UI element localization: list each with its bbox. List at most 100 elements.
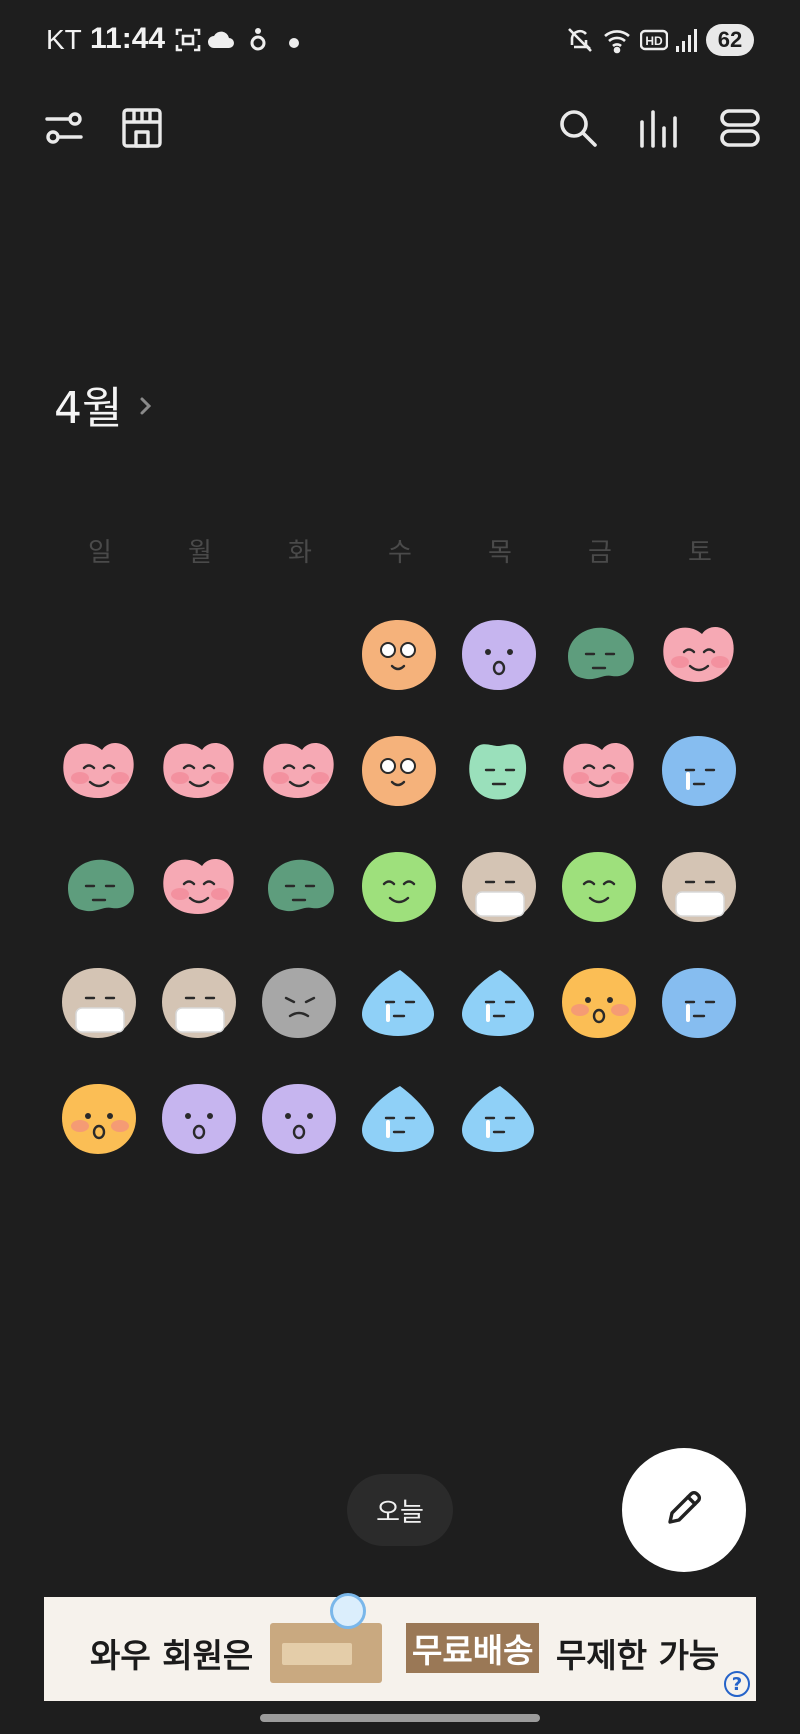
calendar-day-cell[interactable] <box>550 716 650 832</box>
calendar-day-cell[interactable] <box>150 948 250 1064</box>
blue-sad-icon <box>658 732 742 816</box>
calendar-day-cell[interactable] <box>650 600 750 716</box>
calendar-day-cell[interactable] <box>250 832 350 948</box>
ad-help-icon[interactable]: ? <box>724 1671 750 1697</box>
green-annoyed-icon <box>558 616 642 700</box>
green-annoyed-icon <box>258 848 342 932</box>
calendar-day-cell[interactable] <box>650 832 750 948</box>
calendar-blank-cell <box>250 600 350 716</box>
calendar-day-cell[interactable] <box>550 948 650 1064</box>
search-button[interactable] <box>552 104 604 156</box>
calendar-day-cell[interactable] <box>550 600 650 716</box>
gesture-nav-bar[interactable] <box>260 1714 540 1722</box>
calendar-day-cell[interactable] <box>550 832 650 948</box>
gray-upset-icon <box>258 964 342 1048</box>
blue-crying-icon <box>358 1080 442 1164</box>
calendar-day-cell[interactable] <box>350 716 450 832</box>
purple-shocked-icon <box>258 1080 342 1164</box>
app-notification-icon <box>248 26 268 58</box>
yellow-surprised-icon <box>558 964 642 1048</box>
pink-happy-icon <box>558 732 642 816</box>
calendar-day-cell[interactable] <box>350 1064 450 1180</box>
month-title: 4월 <box>54 383 123 434</box>
calendar-day-cell[interactable] <box>650 948 750 1064</box>
calendar-day-cell[interactable] <box>50 716 150 832</box>
sliders-icon <box>43 110 85 150</box>
beige-mask-icon <box>658 848 742 932</box>
weekday-label: 수 <box>388 538 412 568</box>
blue-crying-icon <box>358 964 442 1048</box>
blue-crying-icon <box>458 1080 542 1164</box>
today-button[interactable]: 오늘 <box>347 1474 453 1546</box>
filter-settings-button[interactable] <box>38 104 90 156</box>
pink-happy-icon <box>158 732 242 816</box>
weekday-label: 토 <box>688 538 712 568</box>
lime-content-icon <box>358 848 442 932</box>
pink-happy-icon <box>58 732 142 816</box>
weekday-label: 일 <box>88 538 112 568</box>
calendar-day-cell[interactable] <box>350 948 450 1064</box>
calendar-day-cell[interactable] <box>450 716 550 832</box>
notification-dot-icon <box>288 34 300 53</box>
screenshot-icon <box>174 26 202 58</box>
calendar-day-cell[interactable] <box>250 716 350 832</box>
carrier-label: KT <box>46 24 82 55</box>
calendar-day-cell[interactable] <box>150 716 250 832</box>
clock: 11:44 <box>90 22 166 55</box>
calendar-day-cell[interactable] <box>450 600 550 716</box>
mood-calendar-grid <box>50 600 750 1180</box>
calendar-day-cell[interactable] <box>50 832 150 948</box>
weekday-label: 월 <box>188 538 212 568</box>
weekday-label: 금 <box>588 538 612 568</box>
purple-shocked-icon <box>158 1080 242 1164</box>
blue-crying-icon <box>458 964 542 1048</box>
wifi-icon <box>602 26 636 58</box>
today-label: 오늘 <box>376 1497 424 1528</box>
calendar-day-cell[interactable] <box>650 716 750 832</box>
calendar-day-cell[interactable] <box>50 1064 150 1180</box>
pink-happy-icon <box>658 616 742 700</box>
store-button[interactable] <box>116 104 168 156</box>
orange-dizzy-icon <box>358 732 442 816</box>
hd-icon: HD <box>639 26 669 58</box>
ad-banner[interactable]: 와우 회원은 무료배송 무제한 가능 ? <box>44 1593 756 1701</box>
calendar-day-cell[interactable] <box>150 1064 250 1180</box>
calendar-day-cell[interactable] <box>250 1064 350 1180</box>
calendar-day-cell[interactable] <box>450 948 550 1064</box>
beige-mask-icon <box>58 964 142 1048</box>
yellow-surprised-icon <box>58 1080 142 1164</box>
calendar-blank-cell <box>150 600 250 716</box>
orange-dizzy-icon <box>358 616 442 700</box>
bar-chart-icon <box>638 108 678 152</box>
calendar-day-cell[interactable] <box>350 600 450 716</box>
delivery-box-image <box>270 1593 382 1683</box>
month-selector[interactable]: 4월 <box>54 372 154 436</box>
statistics-button[interactable] <box>632 104 684 156</box>
store-icon <box>120 106 164 154</box>
svg-text:HD: HD <box>645 34 663 48</box>
battery-level: 62 <box>706 24 754 56</box>
write-entry-button[interactable] <box>622 1448 746 1572</box>
list-view-icon <box>719 108 761 152</box>
calendar-day-cell[interactable] <box>250 948 350 1064</box>
chevron-right-icon <box>138 379 154 430</box>
ad-highlight: 무료배송 <box>406 1623 540 1673</box>
weekday-header: 일 월 화 수 목 금 토 <box>50 532 750 572</box>
beige-mask-icon <box>158 964 242 1048</box>
lime-content-icon <box>558 848 642 932</box>
calendar-day-cell[interactable] <box>50 948 150 1064</box>
calendar-day-cell[interactable] <box>450 1064 550 1180</box>
blue-sad-icon <box>658 964 742 1048</box>
view-mode-button[interactable] <box>714 104 766 156</box>
ad-text-secondary: 무제한 가능 <box>556 1636 720 1675</box>
calendar-day-cell[interactable] <box>450 832 550 948</box>
calendar-day-cell[interactable] <box>150 832 250 948</box>
calendar-day-cell[interactable] <box>350 832 450 948</box>
ad-text-primary: 와우 회원은 <box>90 1636 254 1675</box>
weekday-label: 목 <box>488 538 512 568</box>
brand-logo-icon <box>330 1593 366 1629</box>
signal-icon <box>674 26 698 58</box>
green-annoyed-icon <box>58 848 142 932</box>
mint-calm-icon <box>458 732 542 816</box>
pink-happy-icon <box>158 848 242 932</box>
